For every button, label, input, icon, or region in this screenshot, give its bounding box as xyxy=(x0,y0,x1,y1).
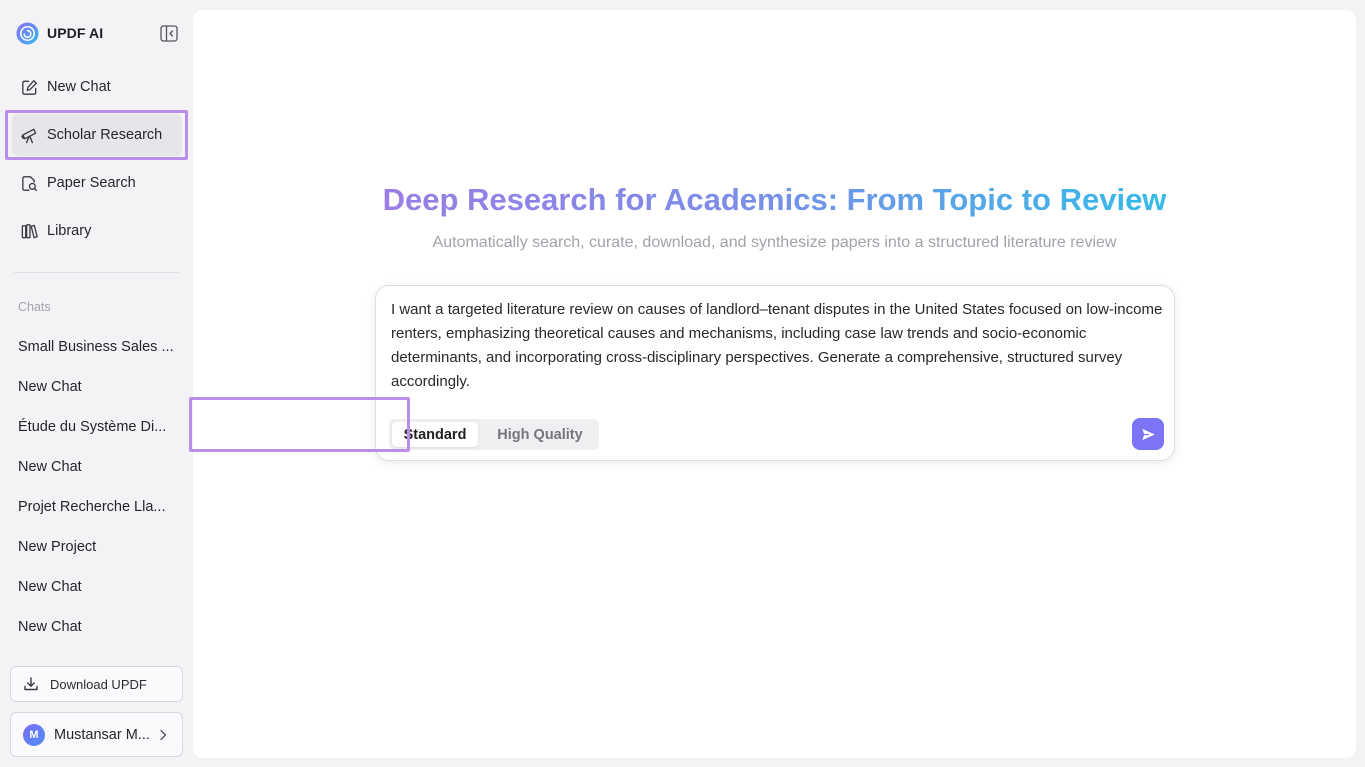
sidebar-divider xyxy=(14,272,179,273)
app-window: UPDF AI New Chat Scholar Research Paper … xyxy=(0,0,1365,767)
brand-name: UPDF AI xyxy=(47,25,104,41)
chat-history-item[interactable]: New Chat xyxy=(18,456,178,478)
prompt-input-text[interactable]: I want a targeted literature review on c… xyxy=(391,298,1163,394)
mode-high-quality-button[interactable]: High Quality xyxy=(485,422,595,447)
page-title-text: Deep Research for Academics: From Topic … xyxy=(382,182,1167,217)
chevron-right-icon xyxy=(160,729,167,741)
download-updf-button[interactable]: Download UPDF xyxy=(10,666,183,702)
sidebar: UPDF AI New Chat Scholar Research Paper … xyxy=(0,0,193,767)
nav-new-chat-label: New Chat xyxy=(47,79,111,95)
page-title: Deep Research for Academics: From Topic … xyxy=(193,180,1356,220)
download-updf-label: Download UPDF xyxy=(50,676,147,692)
telescope-icon xyxy=(21,128,37,143)
download-icon xyxy=(24,677,38,691)
nav-paper-search-label: Paper Search xyxy=(47,175,136,191)
send-button[interactable] xyxy=(1132,418,1164,450)
brand[interactable]: UPDF AI xyxy=(16,21,103,45)
chat-history-item[interactable]: New Chat xyxy=(18,376,178,398)
send-icon xyxy=(1141,428,1155,440)
nav-library[interactable]: Library xyxy=(12,210,182,252)
chat-history-item[interactable]: Étude du Système Di... xyxy=(18,416,178,438)
updf-logo-icon xyxy=(16,21,39,45)
chat-history-item[interactable]: New Project xyxy=(18,536,178,558)
chat-history-item[interactable]: New Chat xyxy=(18,576,178,598)
books-icon xyxy=(21,223,38,238)
user-account-button[interactable]: M Mustansar M... xyxy=(10,712,183,757)
chat-history-item[interactable]: Projet Recherche Lla... xyxy=(18,496,178,518)
document-search-icon xyxy=(22,175,38,191)
prompt-input-box[interactable]: I want a targeted literature review on c… xyxy=(375,285,1175,461)
sidebar-collapse-icon[interactable] xyxy=(160,25,178,42)
quality-mode-toggle: Standard High Quality xyxy=(389,419,599,450)
mode-standard-button[interactable]: Standard xyxy=(392,422,478,447)
avatar: M xyxy=(23,723,45,746)
nav-library-label: Library xyxy=(47,223,92,239)
chat-history-item[interactable]: New Chat xyxy=(18,616,178,638)
edit-square-icon xyxy=(22,79,38,95)
chats-heading: Chats xyxy=(18,300,51,314)
user-name: Mustansar M... xyxy=(54,726,150,743)
nav-paper-search[interactable]: Paper Search xyxy=(12,162,182,204)
page-subtitle: Automatically search, curate, download, … xyxy=(432,234,1117,251)
nav-scholar-research[interactable]: Scholar Research xyxy=(12,114,182,156)
chat-history-item[interactable]: Small Business Sales ... xyxy=(18,336,178,358)
main-panel: Deep Research for Academics: From Topic … xyxy=(193,10,1356,758)
nav-scholar-research-label: Scholar Research xyxy=(47,127,163,143)
nav-new-chat[interactable]: New Chat xyxy=(12,66,182,108)
